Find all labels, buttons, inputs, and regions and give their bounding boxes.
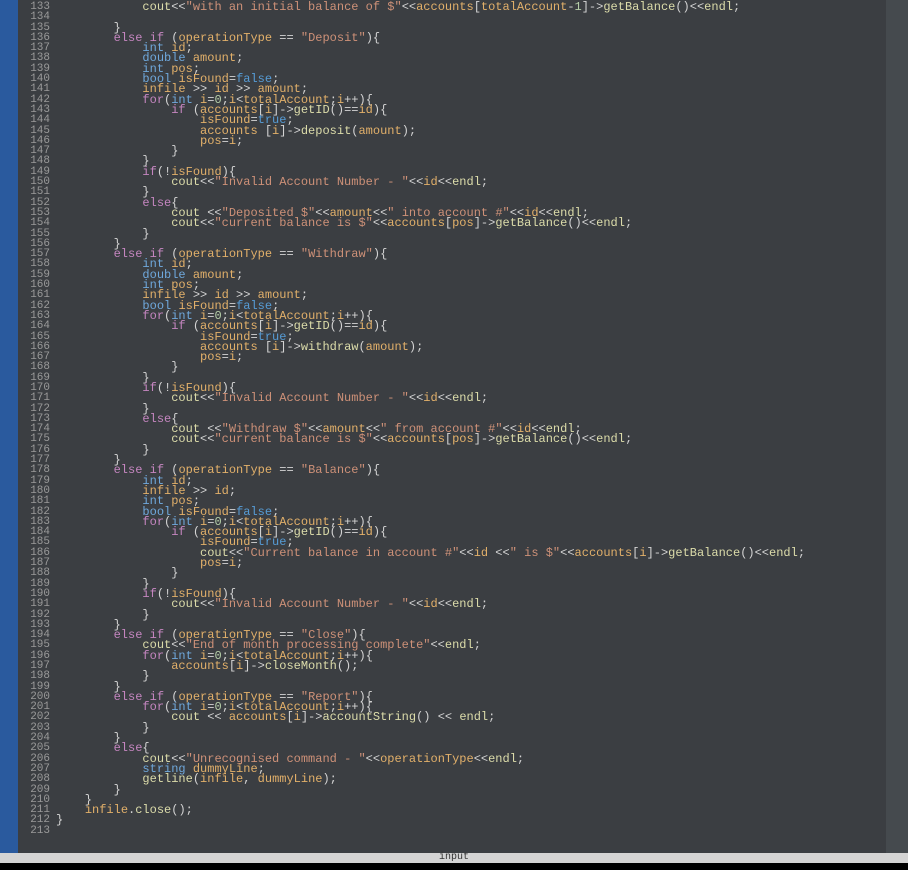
left-margin-strip — [0, 0, 18, 853]
code-line[interactable]: cout<<"Invalid Account Number - "<<id<<e… — [56, 393, 886, 403]
code-line[interactable]: } — [56, 733, 886, 743]
code-editor[interactable]: cout<<"with an initial balance of $"<<ac… — [56, 0, 886, 853]
code-line[interactable]: cout << accounts[i]->accountString() << … — [56, 712, 886, 722]
code-line[interactable]: cout<<"current balance is $"<<accounts[p… — [56, 218, 886, 228]
input-tab-label[interactable]: input — [0, 853, 908, 863]
line-number-gutter[interactable]: 1331341351361371381391401411421431441451… — [18, 0, 56, 853]
vertical-scrollbar[interactable] — [886, 0, 908, 853]
line-number: 213 — [18, 826, 50, 836]
line-number: 164 — [18, 321, 50, 331]
line-number: 191 — [18, 599, 50, 609]
line-number: 154 — [18, 218, 50, 228]
editor-container: 1331341351361371381391401411421431441451… — [0, 0, 908, 853]
line-number: 181 — [18, 496, 50, 506]
code-line[interactable]: cout<<"Invalid Account Number - "<<id<<e… — [56, 599, 886, 609]
code-line[interactable]: cout<<"with an initial balance of $"<<ac… — [56, 2, 886, 12]
code-line[interactable]: cout<<"Invalid Account Number - "<<id<<e… — [56, 177, 886, 187]
code-line[interactable]: infile.close(); — [56, 805, 886, 815]
code-line[interactable]: pos=i; — [56, 352, 886, 362]
console-area[interactable] — [0, 863, 908, 870]
code-line[interactable] — [56, 826, 886, 836]
code-line[interactable]: cout<<"current balance is $"<<accounts[p… — [56, 434, 886, 444]
code-line[interactable]: getline(infile, dummyLine); — [56, 774, 886, 784]
code-line[interactable]: pos=i; — [56, 136, 886, 146]
code-line[interactable]: accounts[i]->closeMonth(); — [56, 661, 886, 671]
bottom-panel: input — [0, 853, 908, 870]
